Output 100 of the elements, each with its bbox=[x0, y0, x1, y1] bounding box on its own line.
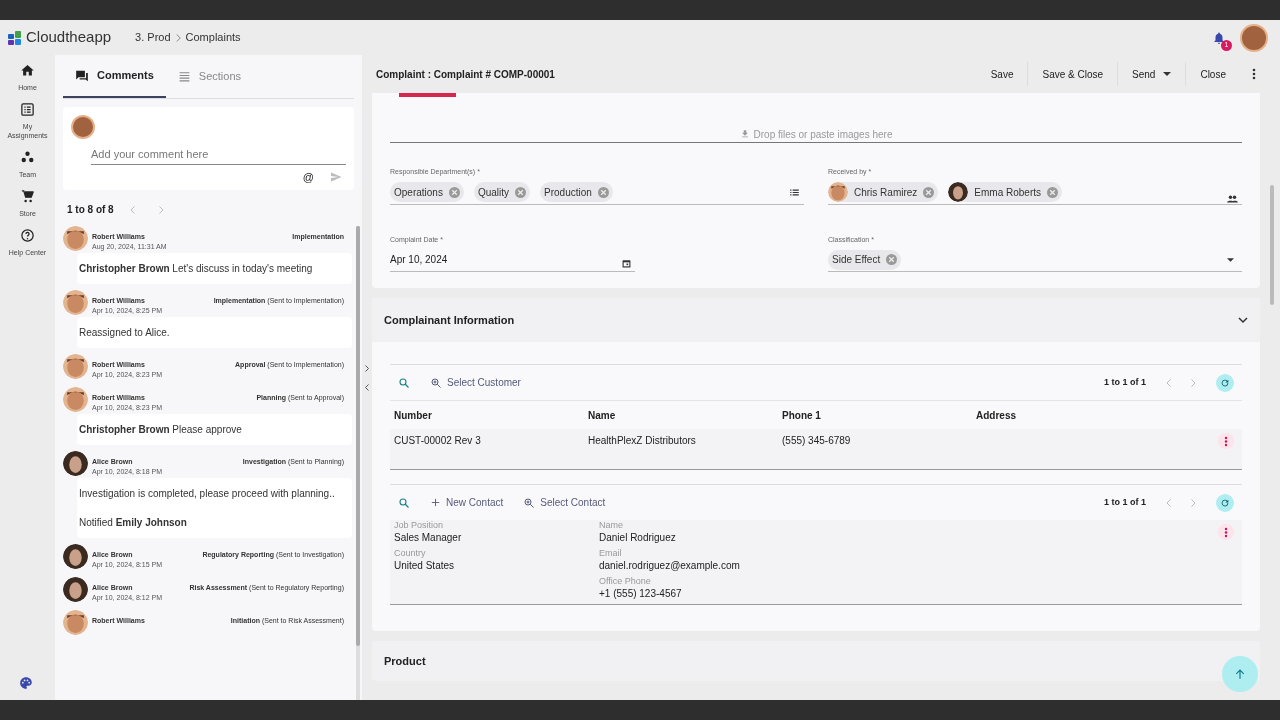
panel-tab[interactable]: Comments bbox=[63, 55, 166, 98]
plus-icon bbox=[430, 497, 441, 508]
cart-icon[interactable] bbox=[20, 189, 35, 204]
team-icon[interactable] bbox=[20, 150, 35, 165]
scrollbar-thumb[interactable] bbox=[1270, 185, 1274, 305]
record-title: Complaint : Complaint # COMP-00001 bbox=[376, 67, 555, 82]
toolbar-button[interactable]: Close bbox=[1186, 66, 1240, 82]
drop-zone-text: Drop files or paste images here bbox=[753, 128, 893, 142]
list-icon[interactable] bbox=[789, 186, 800, 198]
form-field[interactable]: Chris Ramirez Emma Roberts bbox=[828, 180, 1242, 205]
comment-text: Notified Emily Johnson bbox=[79, 515, 188, 530]
form-field[interactable]: Side Effect bbox=[828, 248, 1242, 272]
field-label: Office Phone bbox=[599, 576, 652, 587]
chip[interactable]: Production bbox=[540, 182, 613, 202]
breadcrumb-item[interactable]: Complaints bbox=[185, 29, 241, 46]
people-icon[interactable] bbox=[1227, 193, 1238, 203]
remove-icon[interactable] bbox=[448, 186, 460, 198]
refresh-button[interactable] bbox=[1216, 493, 1234, 512]
row-menu-button[interactable] bbox=[1218, 433, 1234, 449]
chip[interactable]: Emma Roberts bbox=[948, 182, 1063, 202]
more-icon bbox=[1224, 435, 1228, 447]
author-avatar bbox=[63, 576, 88, 602]
author-avatar bbox=[63, 609, 88, 635]
calendar-icon[interactable] bbox=[622, 259, 631, 268]
chip[interactable]: Operations bbox=[390, 182, 464, 202]
author-avatar bbox=[63, 543, 88, 569]
app-name[interactable]: Cloudtheapp bbox=[26, 26, 112, 49]
chat-icon bbox=[75, 68, 89, 83]
refresh-button[interactable] bbox=[1216, 373, 1234, 392]
home-icon[interactable] bbox=[20, 63, 35, 78]
person-avatar bbox=[948, 182, 969, 202]
author-avatar bbox=[63, 225, 88, 251]
breadcrumb-item[interactable]: 3. Prod bbox=[135, 29, 171, 46]
field-value: +1 (555) 123-4567 bbox=[599, 587, 683, 600]
commenter-avatar bbox=[71, 115, 95, 139]
more-icon[interactable] bbox=[1252, 68, 1256, 80]
author-avatar bbox=[63, 289, 88, 315]
remove-icon[interactable] bbox=[886, 254, 898, 265]
comment-text: Christopher Brown Let's discuss in today's meeting bbox=[79, 261, 314, 276]
comment-text: Reassigned to Alice. bbox=[79, 325, 171, 340]
field-label: Email bbox=[599, 548, 623, 559]
palette-icon[interactable] bbox=[19, 676, 33, 690]
field-label: Job Position bbox=[394, 520, 445, 531]
field-label: Country bbox=[394, 548, 427, 559]
section-title: Product bbox=[384, 653, 426, 669]
chip[interactable]: Chris Ramirez bbox=[828, 182, 939, 202]
table-cell-text: HealthPlexZ Distributors bbox=[588, 434, 697, 448]
search-icon[interactable] bbox=[398, 496, 410, 509]
table-cell-text: (555) 345-6789 bbox=[782, 434, 852, 448]
chevron-icon[interactable] bbox=[1238, 315, 1248, 325]
zoom-in-icon bbox=[523, 496, 536, 509]
toolbar-button[interactable]: Send bbox=[1118, 66, 1186, 82]
pager-text: 1 to 1 of 1 bbox=[1104, 495, 1146, 509]
logo-icon bbox=[8, 30, 22, 45]
remove-icon[interactable] bbox=[923, 186, 935, 198]
lines-icon bbox=[177, 70, 191, 83]
toolbar-link[interactable]: New Contact bbox=[430, 495, 504, 510]
expand-icon[interactable] bbox=[365, 365, 369, 372]
list-icon[interactable] bbox=[20, 102, 35, 117]
author-avatar bbox=[63, 386, 88, 412]
user-avatar[interactable] bbox=[1240, 23, 1268, 52]
help-icon[interactable] bbox=[20, 228, 35, 243]
caret-icon bbox=[1163, 72, 1172, 76]
mention-button[interactable]: @ bbox=[302, 169, 314, 186]
comment-text: Christopher Brown Please approve bbox=[79, 422, 243, 437]
author-avatar bbox=[63, 450, 88, 476]
search-icon[interactable] bbox=[398, 376, 410, 389]
status-bar bbox=[399, 93, 456, 97]
remove-icon[interactable] bbox=[515, 186, 527, 198]
chip[interactable]: Quality bbox=[473, 182, 531, 202]
comment-field[interactable]: Add your comment here bbox=[91, 143, 346, 165]
scrollbar-thumb[interactable] bbox=[356, 225, 360, 646]
row-menu-button[interactable] bbox=[1218, 524, 1234, 540]
toolbar-button[interactable]: Save bbox=[976, 66, 1028, 82]
author-avatar bbox=[63, 353, 88, 379]
column-header: Address bbox=[976, 408, 1017, 423]
toolbar-link[interactable]: Select Customer bbox=[430, 375, 521, 390]
refresh-icon bbox=[1220, 497, 1230, 508]
remove-icon[interactable] bbox=[597, 186, 609, 198]
column-header: Number bbox=[394, 408, 433, 423]
chevron-icon bbox=[174, 32, 182, 43]
zoom-in-icon bbox=[430, 376, 442, 389]
remove-icon[interactable] bbox=[1047, 186, 1059, 198]
toolbar-link[interactable]: Select Contact bbox=[523, 495, 606, 510]
comments-pager: 1 to 8 of 8 bbox=[67, 203, 114, 217]
toolbar-button[interactable]: Save & Close bbox=[1028, 66, 1118, 82]
form-field[interactable]: Operations Quality Production bbox=[390, 180, 804, 205]
field-value: daniel.rodriguez@example.com bbox=[599, 559, 741, 572]
field-value: Sales Manager bbox=[394, 531, 463, 544]
caret-icon[interactable] bbox=[1227, 257, 1234, 262]
field-value: United States bbox=[394, 559, 456, 572]
column-header: Phone 1 bbox=[782, 408, 822, 423]
field-label: Name bbox=[599, 520, 624, 531]
pager-text: 1 to 1 of 1 bbox=[1104, 375, 1146, 389]
person-avatar bbox=[828, 182, 848, 202]
more-icon bbox=[1224, 526, 1228, 538]
chip[interactable]: Side Effect bbox=[828, 249, 902, 270]
collapse-icon[interactable] bbox=[365, 384, 369, 391]
form-field[interactable]: Apr 10, 2024 bbox=[390, 248, 635, 272]
column-header: Name bbox=[588, 408, 617, 423]
